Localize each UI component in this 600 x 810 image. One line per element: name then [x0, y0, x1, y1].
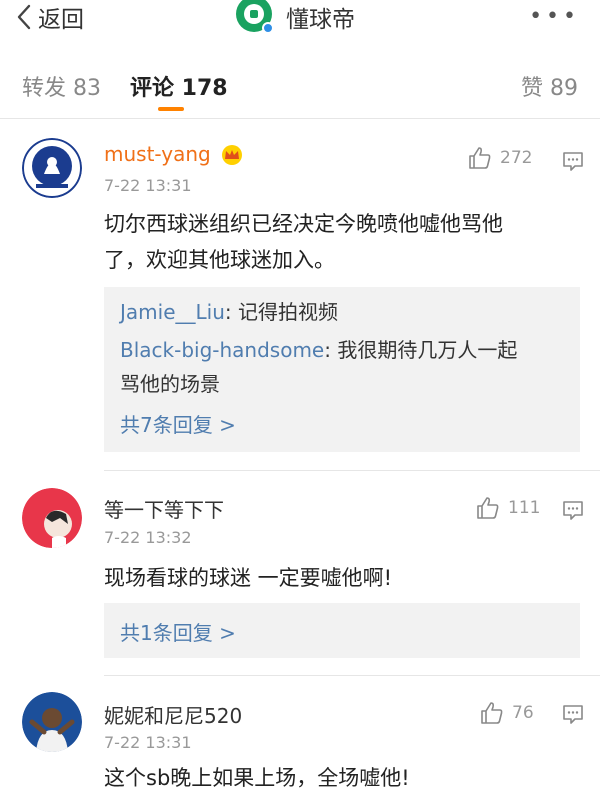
username[interactable]: 等一下等下下: [104, 494, 224, 523]
avatar[interactable]: [22, 138, 82, 198]
tab-comments[interactable]: 评论 178: [130, 70, 228, 102]
thumbs-up-icon: [469, 147, 491, 169]
comment-text-line: 切尔西球迷组织已经决定今晚喷他嘘他骂他: [104, 212, 503, 236]
chelsea-crest-icon: [22, 138, 82, 198]
reply-separator: :: [224, 300, 238, 324]
vip-crown-icon: [222, 145, 242, 165]
page-title: 懂球帝: [286, 7, 355, 33]
avatar-image: [22, 692, 82, 752]
active-tab-indicator: [158, 107, 184, 111]
football-icon: [244, 4, 264, 24]
reply-item: Black-big-handsome: 我很期待几万人一起 骂他的场景: [120, 333, 570, 401]
divider: [104, 675, 600, 676]
more-options-button[interactable]: •••: [529, 4, 580, 29]
like-button[interactable]: 272: [468, 146, 532, 170]
top-bar: 返回 懂球帝 •••: [0, 0, 600, 38]
reply-box: Jamie__Liu: 记得拍视频 Black-big-handsome: 我很…: [104, 287, 580, 452]
tab-likes[interactable]: 赞 89: [521, 70, 578, 102]
reply-username[interactable]: Black-big-handsome: [120, 338, 324, 362]
avatar[interactable]: [22, 488, 82, 548]
reply-item: Jamie__Liu: 记得拍视频: [120, 295, 570, 329]
avatar[interactable]: [22, 692, 82, 752]
comment-text-line: 了，欢迎其他球迷加入。: [104, 248, 335, 272]
like-button[interactable]: 76: [480, 701, 534, 725]
reply-text: 我很期待几万人一起: [337, 338, 518, 362]
comment-text: 切尔西球迷组织已经决定今晚喷他嘘他骂他 了，欢迎其他球迷加入。: [104, 206, 580, 278]
back-button[interactable]: 返回: [16, 2, 84, 33]
tab-bar: 转发 83 评论 178 赞 89: [0, 60, 600, 112]
comment-text-line: 这个sb晚上如果上场，全场嘘他!: [104, 766, 410, 790]
view-more-replies-link[interactable]: 共7条回复 >: [120, 409, 236, 438]
comment-reply-icon[interactable]: [562, 703, 584, 725]
reply-text: 骂他的场景: [120, 372, 220, 396]
comment-reply-icon[interactable]: [562, 499, 584, 521]
like-button[interactable]: 111: [476, 496, 540, 520]
username[interactable]: must-yang: [104, 142, 211, 166]
reply-text: 记得拍视频: [237, 300, 338, 324]
reply-username[interactable]: Jamie__Liu: [120, 300, 225, 324]
like-count: 272: [500, 148, 533, 168]
account-header[interactable]: 懂球帝: [236, 0, 355, 34]
thumbs-up-icon: [481, 702, 503, 724]
avatar-image: [22, 488, 82, 548]
chevron-left-icon: [17, 4, 31, 30]
thumbs-up-icon: [477, 497, 499, 519]
comment-time: 7-22 13:31: [104, 176, 192, 195]
comment-text-line: 现场看球的球迷 一定要嘘他啊!: [104, 566, 393, 590]
comment-reply-icon[interactable]: [562, 150, 584, 172]
like-count: 111: [508, 498, 541, 518]
divider: [0, 118, 600, 119]
comment-text: 这个sb晚上如果上场，全场嘘他!: [104, 760, 580, 796]
username[interactable]: 妮妮和尼尼520: [104, 700, 242, 729]
account-logo: [236, 0, 274, 34]
comment-time: 7-22 13:32: [104, 528, 192, 547]
reply-box: 共1条回复 >: [104, 603, 580, 658]
comment-text: 现场看球的球迷 一定要嘘他啊!: [104, 560, 580, 596]
view-more-replies-link[interactable]: 共1条回复 >: [120, 617, 236, 646]
verified-badge-icon: [262, 22, 274, 34]
divider: [104, 470, 600, 471]
tab-forward[interactable]: 转发 83: [22, 70, 101, 102]
comment-time: 7-22 13:31: [104, 733, 192, 752]
back-label: 返回: [38, 7, 84, 33]
reply-separator: :: [324, 338, 338, 362]
like-count: 76: [512, 703, 534, 723]
